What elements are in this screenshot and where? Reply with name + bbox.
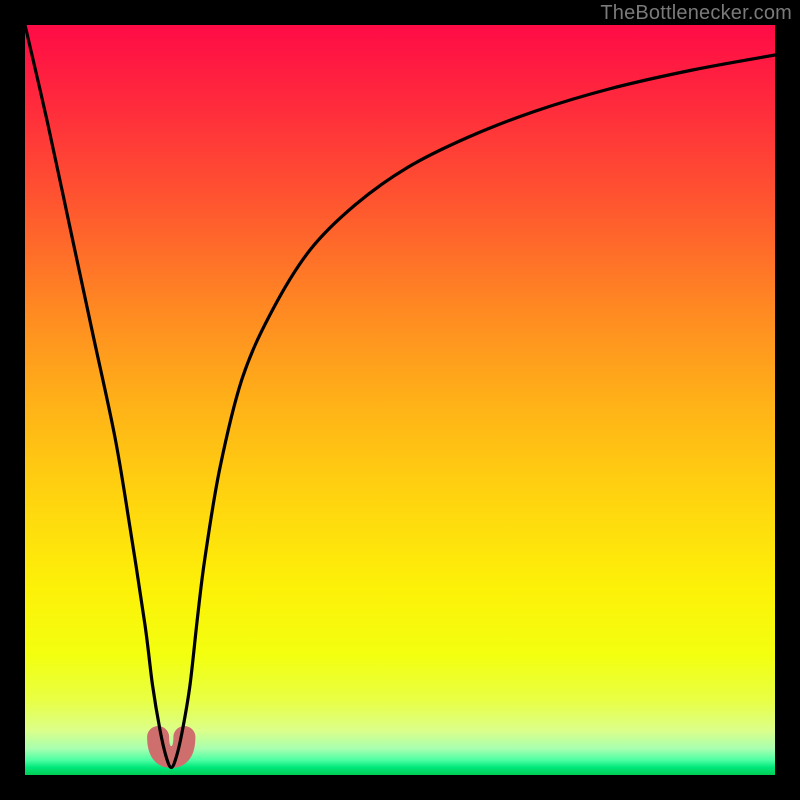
watermark-text: TheBottlenecker.com xyxy=(600,2,792,25)
plot-area xyxy=(25,25,775,775)
bottleneck-curve xyxy=(25,25,775,768)
chart-frame: TheBottlenecker.com xyxy=(0,0,800,800)
curve-layer xyxy=(25,25,775,775)
